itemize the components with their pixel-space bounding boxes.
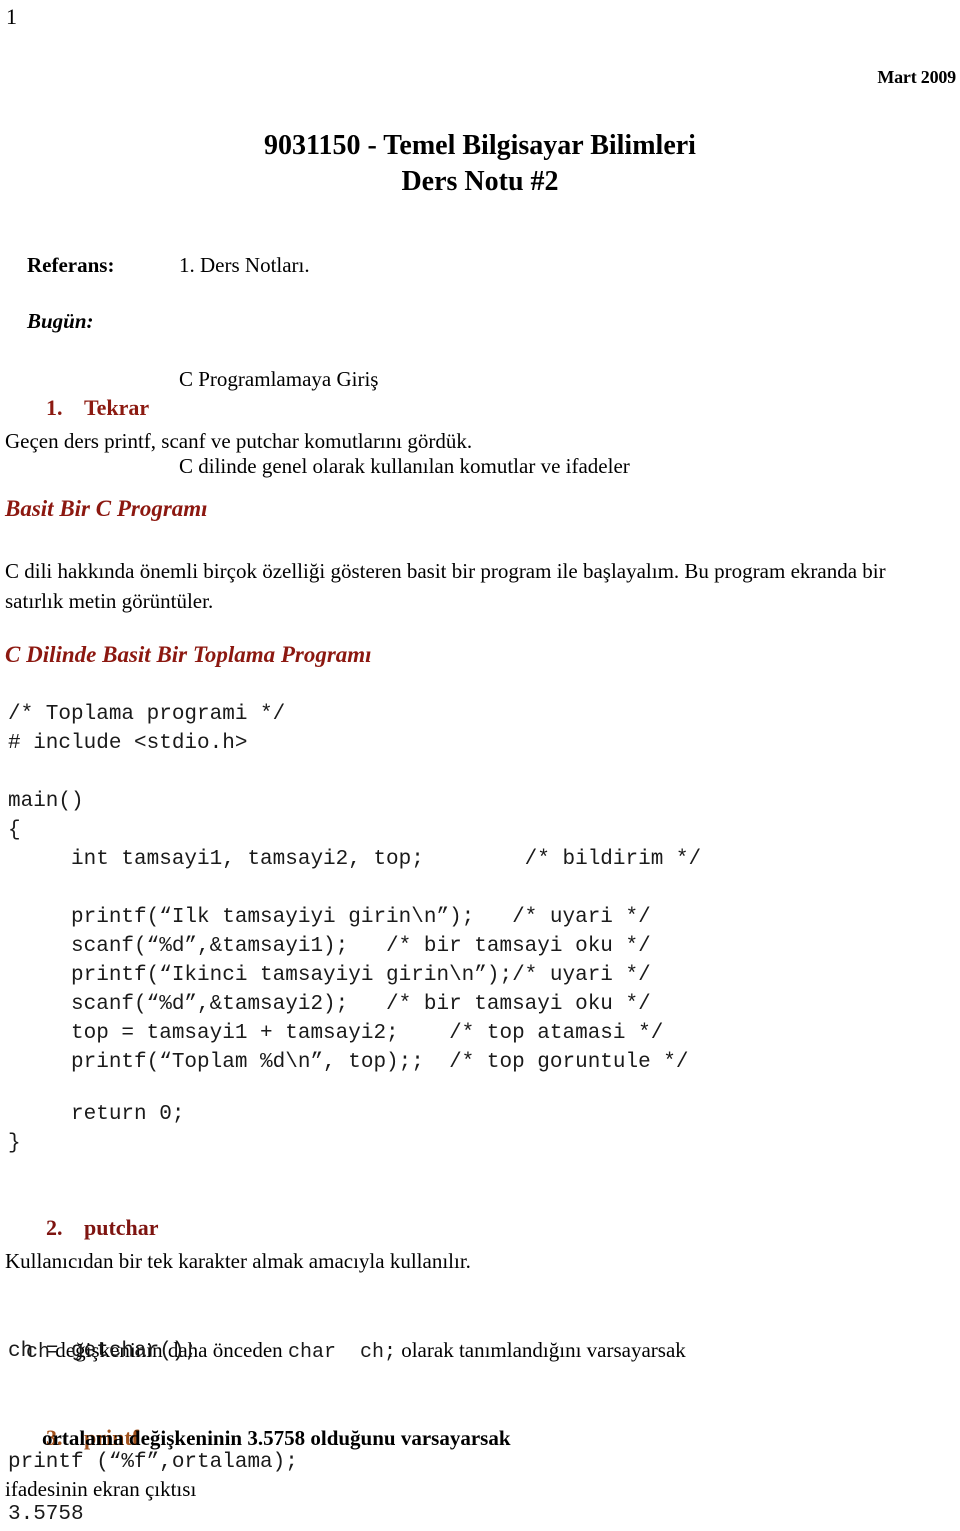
heading-putchar-number: 2.: [46, 1215, 63, 1240]
heading-c-dilinde-toplama-programi: C Dilinde Basit Bir Toplama Programı: [5, 642, 372, 667]
meta-label-bugun: Bugün:: [27, 309, 94, 333]
meta-value-referans: 1. Ders Notları.: [179, 253, 310, 277]
code-output-value: 3.5758: [8, 1503, 84, 1526]
title-line-1: 9031150 - Temel Bilgisayar Bilimleri: [264, 130, 696, 161]
meta-label-referans: Referans:: [27, 253, 115, 277]
ch-text-part-2: olarak tanımlandığını varsayarsak: [395, 1338, 686, 1362]
code-getchar: ch = getchar();: [8, 1340, 198, 1363]
paragraph-basit-program: C dili hakkında önemli birçok özelliği g…: [5, 559, 886, 613]
document-page: 1 Mart 2009 9031150 - Temel Bilgisayar B…: [0, 0, 960, 1531]
bugun-line-1: C Programlamaya Giriş: [179, 367, 379, 391]
char-declaration-mono: char ch;: [287, 1341, 396, 1364]
page-number: 1: [6, 4, 17, 29]
code-block-toplama: /* Toplama programi */ # include <stdio.…: [8, 703, 702, 1074]
heading-tekrar-number: 1.: [46, 395, 63, 420]
code-printf-format: printf (“%f”,ortalama);: [8, 1451, 298, 1474]
paragraph-putchar: Kullanıcıdan bir tek karakter almak amac…: [5, 1249, 471, 1273]
heading-basit-bir-c-programi: Basit Bir C Programı: [5, 496, 208, 521]
heading-tekrar-label: Tekrar: [84, 395, 150, 420]
page-title: 9031150 - Temel Bilgisayar Bilimleri Der…: [0, 128, 960, 200]
date-stamp: Mart 2009: [877, 67, 956, 87]
bugun-line-2: C dilinde genel olarak kullanılan komutl…: [179, 454, 630, 478]
code-block-return: return 0; }: [8, 1103, 185, 1155]
paragraph-tekrar: Geçen ders printf, scanf ve putchar komu…: [5, 429, 473, 453]
heading-putchar-label: putchar: [84, 1215, 159, 1240]
meta-value-bugun: C Programlamaya Giriş C dilinde genel ol…: [179, 307, 630, 539]
title-line-2: Ders Notu #2: [401, 166, 559, 197]
